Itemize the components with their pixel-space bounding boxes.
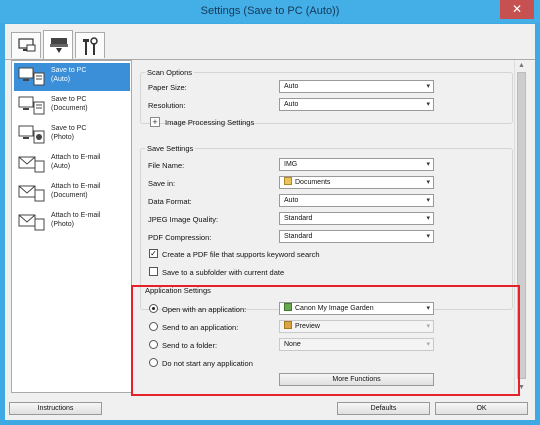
save-in-label: Save in: — [148, 179, 176, 188]
save-to-pc-icon — [18, 125, 45, 144]
list-item-attach-email-auto[interactable]: Attach to E-mail (Auto) — [14, 150, 130, 178]
chevron-down-icon: ▾ — [426, 179, 430, 186]
chevron-down-icon: ▾ — [426, 83, 430, 90]
file-name-select[interactable]: IMG ▾ — [279, 158, 434, 171]
file-name-label: File Name: — [148, 161, 185, 170]
data-format-label: Data Format: — [148, 197, 192, 206]
save-settings-title: Save Settings — [145, 144, 196, 153]
data-format-select[interactable]: Auto ▾ — [279, 194, 434, 207]
chevron-down-icon: ▾ — [426, 215, 430, 222]
scan-options-title: Scan Options — [145, 68, 195, 77]
dialog-footer: Instructions Defaults OK — [5, 396, 535, 420]
resolution-select[interactable]: Auto ▾ — [279, 98, 434, 111]
attach-email-icon — [18, 214, 45, 231]
keyword-pdf-label: Create a PDF file that supports keyword … — [162, 250, 320, 259]
list-item-save-to-pc-document[interactable]: Save to PC (Document) — [14, 92, 130, 120]
list-item-attach-email-document[interactable]: Attach to E-mail (Document) — [14, 179, 130, 207]
chevron-down-icon: ▾ — [426, 197, 430, 204]
save-to-pc-icon — [18, 96, 45, 115]
paper-size-select[interactable]: Auto ▾ — [279, 80, 434, 93]
jpeg-quality-select[interactable]: Standard ▾ — [279, 212, 434, 225]
save-to-pc-icon — [18, 67, 45, 86]
list-item-attach-email-photo[interactable]: Attach to E-mail (Photo) — [14, 208, 130, 236]
list-item-label: Attach to E-mail (Document) — [51, 183, 101, 199]
scan-from-computer-icon — [18, 38, 36, 52]
application-settings-highlight — [131, 285, 520, 396]
subfolder-checkbox[interactable] — [149, 267, 158, 276]
tab-scan-from-operation-panel[interactable] — [43, 30, 73, 60]
resolution-label: Resolution: — [148, 101, 186, 110]
save-in-select[interactable]: Documents ▾ — [279, 176, 434, 189]
chevron-down-icon: ▾ — [426, 101, 430, 108]
tab-scan-from-computer[interactable] — [11, 32, 41, 58]
title-bar: Settings (Save to PC (Auto)) ✕ — [0, 0, 540, 23]
tab-general-settings[interactable] — [75, 32, 105, 58]
scan-mode-list: Save to PC (Auto) Save to PC (Document) Sa… — [11, 60, 132, 393]
defaults-button[interactable]: Defaults — [337, 402, 430, 415]
image-processing-label: Image Processing Settings — [165, 118, 255, 127]
attach-email-icon — [18, 156, 45, 173]
general-settings-tools-icon — [83, 37, 98, 55]
pdf-compression-label: PDF Compression: — [148, 233, 212, 242]
ok-button[interactable]: OK — [435, 402, 528, 415]
scroll-up-icon[interactable]: ▲ — [518, 62, 525, 69]
folder-icon — [284, 177, 292, 185]
list-item-save-to-pc-auto[interactable]: Save to PC (Auto) — [14, 63, 130, 91]
attach-email-icon — [18, 185, 45, 202]
instructions-button[interactable]: Instructions — [9, 402, 102, 415]
jpeg-quality-label: JPEG Image Quality: — [148, 215, 219, 224]
list-item-label: Save to PC (Auto) — [51, 67, 87, 83]
paper-size-label: Paper Size: — [148, 83, 187, 92]
close-button[interactable]: ✕ — [500, 0, 534, 19]
list-item-label: Save to PC (Photo) — [51, 125, 87, 141]
chevron-down-icon: ▾ — [426, 161, 430, 168]
subfolder-label: Save to a subfolder with current date — [162, 268, 285, 277]
settings-dialog: Save to PC (Auto) Save to PC (Document) Sa… — [5, 24, 535, 420]
expand-image-processing-button[interactable]: + — [150, 117, 160, 127]
list-item-label: Attach to E-mail (Auto) — [51, 154, 101, 170]
keyword-pdf-checkbox[interactable]: ✓ — [149, 249, 158, 258]
window-title: Settings (Save to PC (Auto)) — [200, 5, 340, 17]
list-item-save-to-pc-photo[interactable]: Save to PC (Photo) — [14, 121, 130, 149]
pdf-compression-select[interactable]: Standard ▾ — [279, 230, 434, 243]
chevron-down-icon: ▾ — [426, 233, 430, 240]
list-item-label: Save to PC (Document) — [51, 96, 88, 112]
list-item-label: Attach to E-mail (Photo) — [51, 212, 101, 228]
scan-from-operation-panel-icon — [50, 38, 68, 53]
